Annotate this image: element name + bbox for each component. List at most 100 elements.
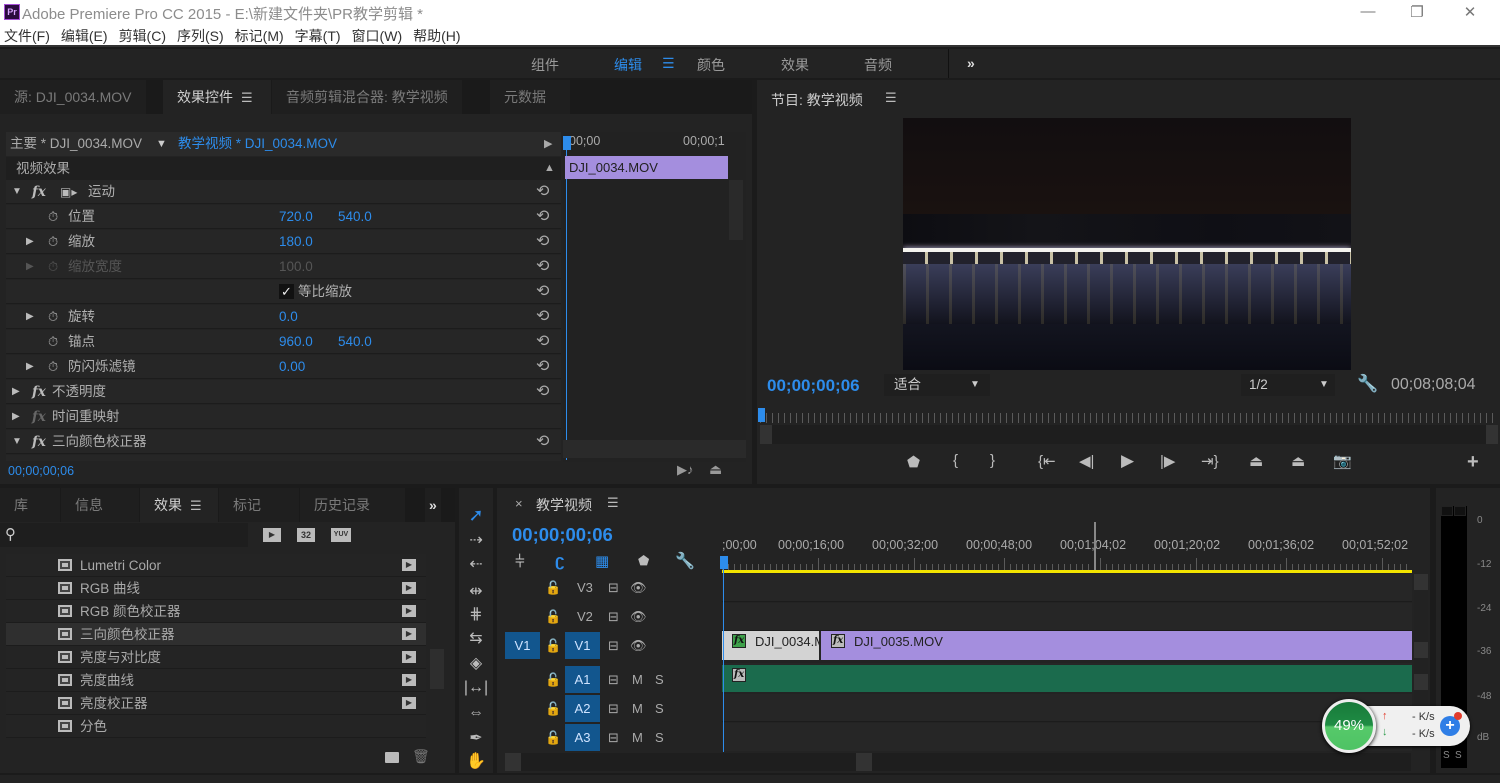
expand-triangle-icon[interactable]: ▶ — [26, 230, 34, 254]
effect-item[interactable]: RGB 颜色校正器 ▶ — [6, 600, 426, 623]
track-target-a1[interactable]: A1 — [565, 666, 600, 693]
button-editor-plus-icon[interactable]: + — [1467, 451, 1479, 474]
dropdown-arrow-icon[interactable]: ▼ — [156, 132, 167, 156]
restore-button[interactable]: ❐ — [1402, 3, 1432, 21]
menu-clip[interactable]: 剪辑(C) — [119, 25, 166, 47]
reset-icon[interactable]: ⟲ — [536, 430, 549, 454]
param-value-y[interactable]: 540.0 — [338, 330, 372, 354]
workspace-editing[interactable]: 编辑 — [614, 55, 642, 75]
stopwatch-icon[interactable]: ⏱ — [48, 230, 58, 254]
export-clip-icon[interactable]: ⏏ — [709, 461, 722, 478]
lock-icon[interactable]: 🔓 — [545, 632, 561, 659]
resolution-dropdown[interactable]: 1/2 ▼ — [1241, 374, 1335, 396]
effect-item[interactable]: 亮度与对比度 ▶ — [6, 646, 426, 669]
tab-source[interactable]: 源: DJI_0034.MOV — [0, 80, 146, 114]
toggle-output-eye-icon[interactable]: 👁 — [630, 574, 647, 601]
solo-left-button[interactable]: S — [1443, 750, 1450, 761]
menu-window[interactable]: 窗口(W) — [352, 25, 403, 47]
expand-triangle-icon[interactable]: ▶ — [12, 405, 20, 429]
stopwatch-icon[interactable]: ⏱ — [48, 305, 58, 329]
mini-h-scrollbar[interactable] — [563, 440, 746, 458]
reset-icon[interactable]: ⟲ — [536, 255, 549, 279]
effect-item[interactable]: 分色 — [6, 715, 426, 738]
nest-insert-icon[interactable]: ⫩ — [515, 552, 525, 572]
tab-libraries[interactable]: 库 — [0, 488, 60, 522]
pen-tool-icon[interactable]: ✒ — [462, 728, 490, 748]
fx-icon[interactable]: fx — [32, 430, 46, 454]
menu-marker[interactable]: 标记(M) — [235, 25, 284, 47]
mark-out-icon[interactable]: } — [990, 452, 995, 469]
param-value[interactable]: 180.0 — [279, 230, 313, 254]
wrench-settings-icon[interactable]: 🔧 — [1357, 374, 1378, 394]
program-ruler[interactable] — [760, 413, 1498, 423]
tab-info[interactable]: 信息 — [61, 488, 139, 522]
tab-history[interactable]: 历史记录 — [300, 488, 405, 522]
track-lane-a2[interactable] — [722, 694, 1412, 722]
workspace-assembly[interactable]: 组件 — [531, 55, 559, 75]
track-target-a2[interactable]: A2 — [565, 695, 600, 722]
sequence-tab-title[interactable]: 教学视频 — [536, 495, 592, 515]
solo-button[interactable]: S — [655, 724, 664, 751]
zoom-scrollbar[interactable] — [760, 425, 1498, 444]
reset-icon[interactable]: ⟲ — [536, 230, 549, 254]
clip-dji-0034[interactable]: fx DJI_0034.M — [722, 631, 819, 660]
workspace-menu-icon[interactable]: ☰ — [662, 55, 675, 72]
tab-effect-controls[interactable]: 效果控件 ☰ — [163, 80, 271, 114]
workspace-effects[interactable]: 效果 — [781, 55, 809, 75]
reset-icon[interactable]: ⟲ — [536, 205, 549, 229]
slip-tool-icon[interactable]: |↔| — [462, 679, 490, 697]
audio-clip[interactable]: fx — [722, 665, 1412, 692]
lock-icon[interactable]: 🔓 — [545, 695, 561, 722]
param-value-x[interactable]: 720.0 — [279, 205, 313, 229]
panel-menu-icon[interactable]: ☰ — [885, 90, 897, 106]
go-to-out-icon[interactable]: ⇥} — [1201, 452, 1219, 470]
32bit-filter-icon[interactable]: 32 — [297, 528, 315, 542]
stopwatch-icon[interactable]: ⏱ — [48, 355, 58, 379]
solo-right-button[interactable]: S — [1455, 750, 1462, 761]
track-lane-v3[interactable] — [722, 574, 1412, 602]
reset-icon[interactable]: ⟲ — [536, 180, 549, 204]
workspace-more-button[interactable]: » — [967, 55, 975, 71]
close-button[interactable]: ✕ — [1455, 3, 1485, 21]
razor-tool-icon[interactable]: ◈ — [462, 653, 490, 673]
delete-trash-icon[interactable]: 🗑 — [412, 748, 430, 765]
stopwatch-icon[interactable]: ⏱ — [48, 205, 58, 229]
timeline-ruler[interactable]: ;00;00 00;00;16;00 00;00;32;00 00;00;48;00 0… — [722, 538, 1412, 570]
solo-button[interactable]: S — [655, 666, 664, 693]
track-target-a3[interactable]: A3 — [565, 724, 600, 751]
lock-icon[interactable]: 🔓 — [545, 574, 561, 601]
param-value[interactable]: 0.00 — [279, 355, 305, 379]
toggle-output-eye-icon[interactable]: 👁 — [630, 603, 647, 630]
reset-icon[interactable]: ⟲ — [536, 330, 549, 354]
reset-icon[interactable]: ⟲ — [536, 305, 549, 329]
expand-triangle-icon[interactable]: ▶ — [12, 380, 20, 404]
rolling-edit-icon[interactable]: ⋕ — [462, 604, 490, 624]
track-lane-a3[interactable] — [722, 723, 1412, 751]
timeline-playhead-handle[interactable] — [720, 556, 728, 569]
toggle-output-eye-icon[interactable]: 👁 — [630, 632, 647, 659]
motion-transform-icon[interactable]: ▣▸ — [60, 180, 77, 204]
reset-icon[interactable]: ⟲ — [536, 355, 549, 379]
track-lane-a1[interactable]: fx — [722, 663, 1412, 692]
param-value-y[interactable]: 540.0 — [338, 205, 372, 229]
slide-tool-icon[interactable]: ⇔ — [462, 704, 490, 722]
sync-lock-icon[interactable]: ⊟ — [608, 632, 619, 659]
mini-scrollbar[interactable] — [729, 180, 743, 240]
zoom-level-dropdown[interactable]: 适合 ▼ — [884, 374, 990, 396]
expand-triangle-icon[interactable]: ▶ — [26, 305, 34, 329]
workspace-color[interactable]: 颜色 — [697, 55, 725, 75]
effect-item[interactable]: Lumetri Color ▶ — [6, 554, 426, 577]
linked-selection-icon[interactable]: ▦ — [595, 552, 609, 570]
solo-button[interactable]: S — [655, 695, 664, 722]
clip-indicator-right[interactable] — [1454, 506, 1466, 516]
stopwatch-icon[interactable]: ⏱ — [48, 330, 58, 354]
video-preview[interactable] — [903, 118, 1351, 370]
menu-edit[interactable]: 编辑(E) — [61, 25, 108, 47]
sync-lock-icon[interactable]: ⊟ — [608, 603, 619, 630]
timeline-h-scrollbar[interactable] — [505, 753, 1411, 771]
ripple-edit-icon[interactable]: ⇹ — [462, 581, 490, 601]
memory-usage-ball[interactable]: 49% — [1322, 699, 1376, 753]
expand-triangle-icon[interactable]: ▼ — [12, 180, 22, 204]
mute-button[interactable]: M — [632, 695, 643, 722]
source-patch-v1[interactable]: V1 — [505, 632, 540, 659]
